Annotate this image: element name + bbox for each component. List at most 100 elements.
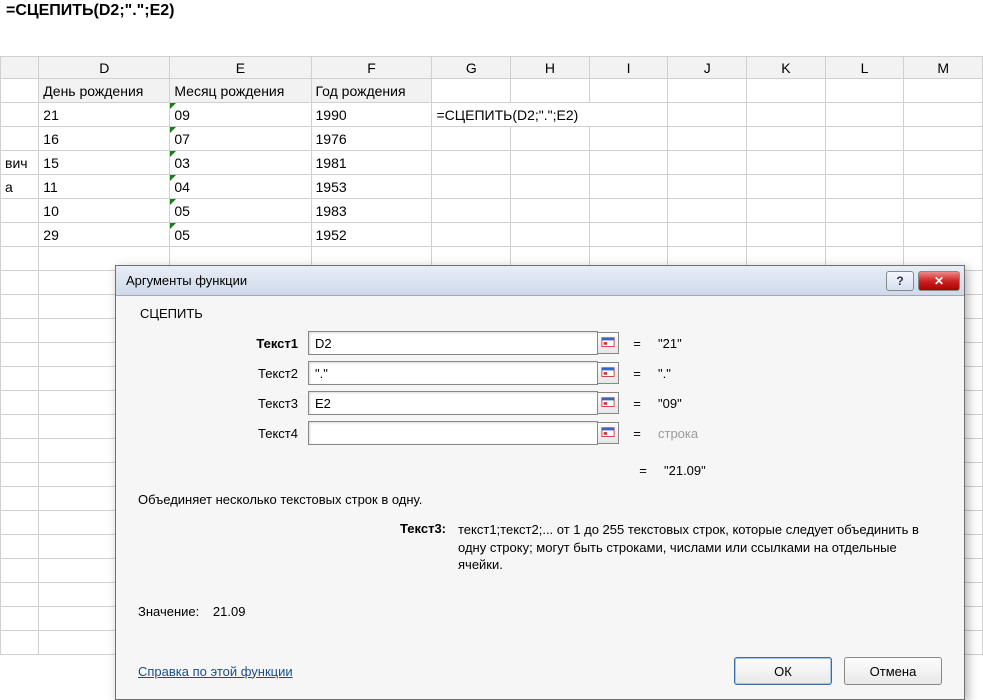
cancel-button[interactable]: Отмена: [844, 657, 942, 685]
collapse-button[interactable]: [597, 332, 619, 354]
arg-input-2[interactable]: [308, 361, 598, 385]
cell[interactable]: [511, 151, 590, 175]
col-header-H[interactable]: H: [511, 57, 590, 79]
cell[interactable]: [432, 199, 511, 223]
cell-referenced[interactable]: 09: [170, 103, 311, 127]
cell[interactable]: [1, 79, 39, 103]
cell[interactable]: [747, 199, 826, 223]
col-header-M[interactable]: M: [904, 57, 983, 79]
cell[interactable]: [589, 223, 668, 247]
cell[interactable]: 1976: [311, 127, 432, 151]
cell-header-F[interactable]: Год рождения: [311, 79, 432, 103]
cell[interactable]: [747, 151, 826, 175]
cell[interactable]: 1983: [311, 199, 432, 223]
function-help-link[interactable]: Справка по этой функции: [138, 664, 293, 679]
cell[interactable]: 05: [170, 223, 311, 247]
cell[interactable]: [511, 199, 590, 223]
cell[interactable]: [904, 79, 983, 103]
cell[interactable]: 11: [39, 175, 170, 199]
cell[interactable]: 16: [39, 127, 170, 151]
cell[interactable]: 15: [39, 151, 170, 175]
arg-input-1[interactable]: [308, 331, 598, 355]
cell[interactable]: [589, 199, 668, 223]
cell[interactable]: 1952: [311, 223, 432, 247]
cell[interactable]: 10: [39, 199, 170, 223]
cell[interactable]: [825, 151, 904, 175]
cell[interactable]: [747, 175, 826, 199]
cell[interactable]: а: [1, 175, 39, 199]
dialog-title-bar[interactable]: Аргументы функции ? ✕: [116, 266, 964, 296]
cell[interactable]: вич: [1, 151, 39, 175]
cell[interactable]: [747, 127, 826, 151]
cell[interactable]: [904, 127, 983, 151]
cell[interactable]: 21: [39, 103, 170, 127]
active-cell[interactable]: =СЦЕПИТЬ(D2;".";E2): [432, 103, 668, 127]
cell[interactable]: [511, 175, 590, 199]
cell[interactable]: [432, 175, 511, 199]
collapse-button[interactable]: [597, 422, 619, 444]
col-header-I[interactable]: I: [589, 57, 668, 79]
close-button[interactable]: ✕: [918, 271, 960, 291]
cell[interactable]: [1, 223, 39, 247]
col-header-K[interactable]: K: [747, 57, 826, 79]
cell[interactable]: [1, 127, 39, 151]
cell[interactable]: [747, 79, 826, 103]
cell[interactable]: [589, 127, 668, 151]
cell[interactable]: [511, 127, 590, 151]
formula-bar[interactable]: =СЦЕПИТЬ(D2;".";E2): [0, 0, 983, 26]
col-header-L[interactable]: L: [825, 57, 904, 79]
cell[interactable]: [825, 223, 904, 247]
cell[interactable]: [904, 151, 983, 175]
cell[interactable]: [432, 79, 511, 103]
cell[interactable]: [511, 223, 590, 247]
col-header-J[interactable]: J: [668, 57, 747, 79]
cell[interactable]: [432, 223, 511, 247]
cell[interactable]: [825, 199, 904, 223]
cell[interactable]: [589, 175, 668, 199]
cell[interactable]: [825, 127, 904, 151]
cell[interactable]: [589, 151, 668, 175]
cell[interactable]: [668, 79, 747, 103]
cell[interactable]: 1953: [311, 175, 432, 199]
cell[interactable]: [904, 199, 983, 223]
cell[interactable]: [747, 103, 826, 127]
col-header-blank[interactable]: [1, 57, 39, 79]
cell[interactable]: [904, 223, 983, 247]
collapse-button[interactable]: [597, 392, 619, 414]
cell[interactable]: [511, 79, 590, 103]
cell-header-D[interactable]: День рождения: [39, 79, 170, 103]
cell-header-E[interactable]: Месяц рождения: [170, 79, 311, 103]
ok-button[interactable]: ОК: [734, 657, 832, 685]
arg-input-4[interactable]: [308, 421, 598, 445]
arg-input-3[interactable]: [308, 391, 598, 415]
help-button[interactable]: ?: [886, 271, 914, 291]
cell[interactable]: [825, 79, 904, 103]
col-header-E[interactable]: E: [170, 57, 311, 79]
cell[interactable]: 1990: [311, 103, 432, 127]
cell[interactable]: [668, 223, 747, 247]
cell[interactable]: [747, 223, 826, 247]
cell[interactable]: 1981: [311, 151, 432, 175]
cell[interactable]: 03: [170, 151, 311, 175]
cell[interactable]: [668, 199, 747, 223]
cell[interactable]: 05: [170, 199, 311, 223]
cell[interactable]: [904, 103, 983, 127]
cell[interactable]: [825, 103, 904, 127]
cell[interactable]: [432, 151, 511, 175]
col-header-D[interactable]: D: [39, 57, 170, 79]
cell[interactable]: 04: [170, 175, 311, 199]
cell[interactable]: [432, 127, 511, 151]
cell[interactable]: 07: [170, 127, 311, 151]
collapse-button[interactable]: [597, 362, 619, 384]
col-header-G[interactable]: G: [432, 57, 511, 79]
cell[interactable]: [589, 79, 668, 103]
cell[interactable]: [1, 103, 39, 127]
cell[interactable]: 29: [39, 223, 170, 247]
cell[interactable]: [668, 175, 747, 199]
cell[interactable]: [1, 199, 39, 223]
col-header-F[interactable]: F: [311, 57, 432, 79]
cell[interactable]: [668, 151, 747, 175]
cell[interactable]: [825, 175, 904, 199]
cell[interactable]: [668, 103, 747, 127]
cell[interactable]: [668, 127, 747, 151]
